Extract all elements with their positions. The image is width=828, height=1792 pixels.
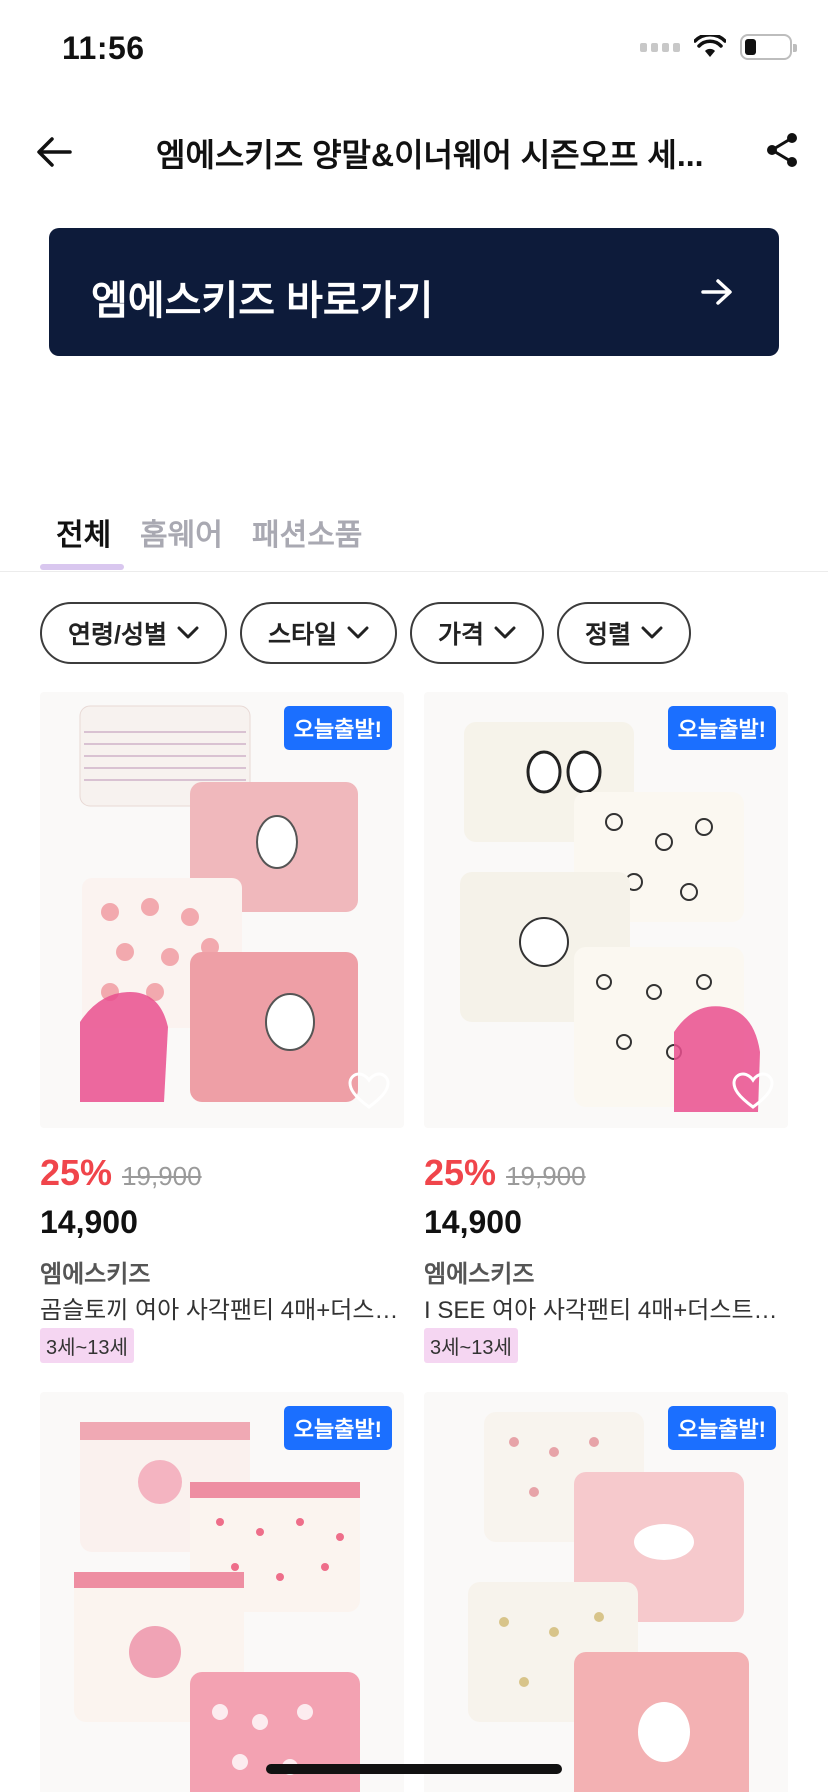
sale-price: 14,900 [424,1204,522,1240]
status-icons [640,34,797,60]
filter-style[interactable]: 스타일 [239,602,397,664]
brand-name: 엠에스키즈 [424,1261,535,1288]
filter-label: 가격 [437,621,484,649]
original-price: 19,900 [122,1161,202,1191]
header: 엠에스키즈 양말&이너웨어 시즌오프 세... [0,112,828,192]
filter-age-gender[interactable]: 연령/성별 [40,602,227,664]
chevron-down-icon [641,626,663,639]
original-price: 19,900 [506,1161,586,1191]
tab-homewear[interactable]: 홈웨어 [140,510,223,554]
same-day-shipping-badge: 오늘출발! [667,1406,776,1450]
same-day-shipping-badge: 오늘출발! [283,1406,392,1450]
active-tab-indicator [40,564,124,570]
filter-price[interactable]: 가격 [409,602,544,664]
wifi-icon [694,35,726,57]
filter-sort[interactable]: 정렬 [556,602,691,664]
status-time: 11:56 [62,30,145,66]
product-image: 오늘출발! [40,1392,404,1792]
age-range-tag: 3세~13세 [424,1328,518,1363]
home-indicator [266,1764,562,1774]
tab-fashion-accessories[interactable]: 패션소품 [252,510,362,554]
filter-label: 정렬 [584,621,631,649]
cellular-signal-icon [640,42,680,52]
brand-name: 엠에스키즈 [40,1261,151,1288]
chevron-down-icon [494,626,516,639]
brand-shortcut-button[interactable]: 엠에스키즈 바로가기 [49,228,779,356]
chevron-down-icon [347,626,369,639]
tab-all[interactable]: 전체 [56,510,111,554]
chevron-down-icon [177,626,199,639]
arrow-right-icon [701,279,732,305]
discount-rate: 25% [40,1152,113,1193]
brand-shortcut-label: 엠에스키즈 바로가기 [91,279,434,323]
same-day-shipping-badge: 오늘출발! [283,706,392,750]
filter-label: 연령/성별 [68,621,167,649]
heart-icon[interactable] [348,1072,390,1110]
filter-bar: 연령/성별 스타일 가격 정렬 [40,602,691,664]
battery-icon [740,34,797,60]
heart-icon[interactable] [732,1072,774,1110]
product-image: 오늘출발! [424,1392,788,1792]
category-tabs: 전체 홈웨어 패션소품 [0,500,828,572]
sale-price: 14,900 [40,1204,138,1240]
page-title: 엠에스키즈 양말&이너웨어 시즌오프 세... [156,137,704,173]
back-arrow-icon[interactable] [32,130,80,174]
product-name: I SEE 여아 사각팬티 4매+더스트백(N... [424,1297,788,1324]
age-range-tag: 3세~13세 [40,1328,134,1363]
price-row: 25% 19,900 [424,1152,586,1194]
discount-rate: 25% [424,1152,497,1193]
price-row: 25% 19,900 [40,1152,202,1194]
product-image: 오늘출발! [40,692,404,1128]
product-name: 곰슬토끼 여아 사각팬티 4매+더스트백... [40,1297,404,1324]
status-bar: 11:56 [0,0,828,100]
share-icon[interactable] [760,128,804,172]
product-image: 오늘출발! [424,692,788,1128]
filter-label: 스타일 [267,621,337,649]
same-day-shipping-badge: 오늘출발! [667,706,776,750]
